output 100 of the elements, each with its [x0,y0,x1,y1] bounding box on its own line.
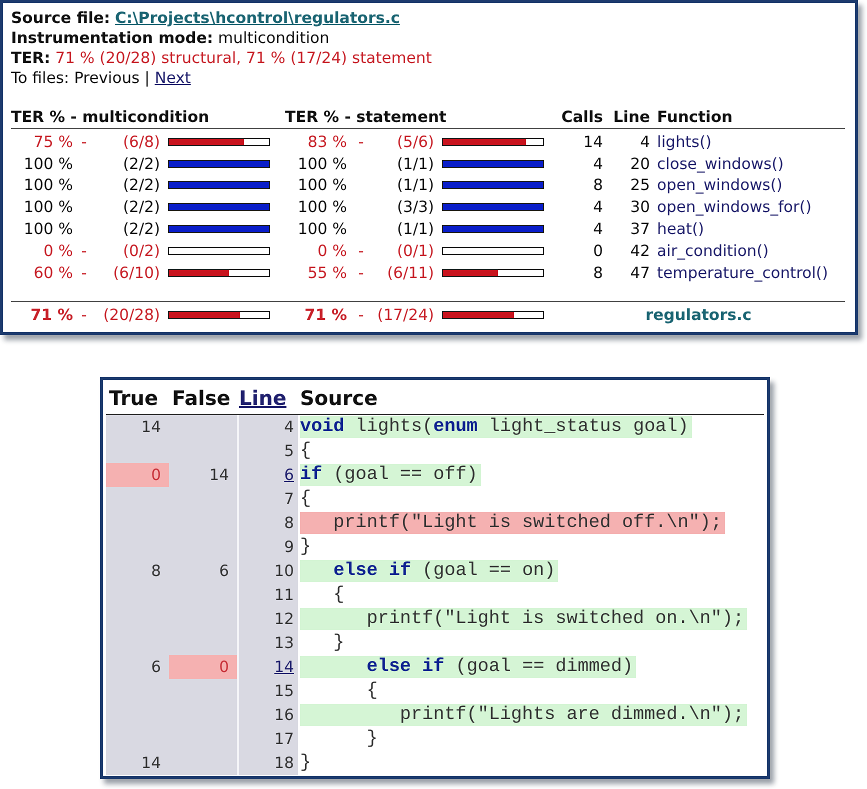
function-name[interactable]: air_condition() [657,242,769,260]
line-number: 42 [630,242,650,260]
line-number-link[interactable]: 6 [284,466,294,484]
calls-count: 4 [593,198,604,216]
ter-label: TER: [11,49,50,67]
ratio-text: (0/2) [122,242,160,260]
true-count-cell: 0 [106,463,169,487]
dash-text: - [358,242,364,260]
percent-text: 75 % [34,132,73,151]
percent-text: 0 % [43,242,73,260]
line-number: 30 [630,198,650,216]
dash-text: - [358,132,364,151]
ratio-text: (6/11) [387,264,434,282]
file-name: regulators.c [645,306,752,324]
ratio-text: (2/2) [122,198,160,216]
line-number: 11 [274,586,294,604]
calls-count: 14 [583,132,604,151]
percent-text: 0 % [318,242,348,260]
calls-count: 8 [593,176,604,194]
ratio-text: (1/1) [396,220,434,238]
calls-count: 4 [593,220,604,238]
function-name[interactable]: close_windows() [657,154,784,173]
column-header: TER % - statement [285,108,446,126]
dash-text: - [81,264,87,282]
percent-text: 71 % [30,306,73,324]
column-header: False [172,386,230,410]
function-name[interactable]: heat() [657,220,704,238]
calls-count: 8 [593,264,604,282]
function-name[interactable]: temperature_control() [657,264,828,282]
code-line: } [332,632,346,654]
column-header: True [109,386,158,410]
line-number: 4 [640,132,650,151]
ratio-text: (1/1) [396,176,434,194]
false-count-cell: 6 [169,559,239,583]
percent-text: 83 % [308,132,348,151]
ratio-text: (6/8) [122,132,160,151]
dash-text: - [358,264,364,282]
column-header: Source [300,386,378,410]
percent-text: 100 % [298,220,348,238]
percent-text: 100 % [298,154,348,173]
true-count-cell: 14 [106,751,169,775]
mode-value: multicondition [218,29,330,47]
mode-label: Instrumentation mode: [11,29,214,47]
line-number: 9 [284,538,294,556]
dash-text: - [81,132,87,151]
column-header: Function [657,108,733,126]
ratio-text: (2/2) [122,154,160,173]
line-number: 18 [274,754,294,772]
line-number: 10 [274,562,294,580]
ratio-text: (20/28) [103,306,160,324]
column-header: Calls [561,108,604,126]
ter-summary: 71 % (20/28) structural, 71 % (17/24) statement [55,49,432,67]
line-number: 47 [630,264,650,282]
percent-text: 100 % [298,176,348,194]
calls-count: 4 [593,154,604,173]
dash-text: - [81,306,87,324]
line-number: 13 [274,634,294,652]
true-count-cell: 6 [106,655,169,679]
nav-label: To files: [11,69,70,87]
line-number: 12 [274,610,294,628]
percent-text: 100 % [24,176,73,194]
ratio-text: (2/2) [122,220,160,238]
column-header: TER % - multicondition [11,108,210,126]
percent-text: 60 % [34,264,73,282]
line-number: 25 [630,176,650,194]
ratio-text: (6/10) [113,264,160,282]
code-line: } [366,728,379,750]
previous-text: Previous [74,69,140,87]
line-number: 15 [274,682,294,700]
code-line: } [300,752,312,774]
function-name[interactable]: lights() [657,132,712,151]
line-number: 4 [284,418,294,436]
next-link[interactable]: Next [154,69,191,87]
dash-text: - [81,242,87,260]
false-count-cell: 14 [169,463,239,487]
percent-text: 55 % [308,264,348,282]
ratio-text: (5/6) [396,132,434,151]
ratio-text: (1/1) [396,154,434,173]
code-line: { [300,488,312,510]
function-name[interactable]: open_windows() [657,176,782,194]
line-column-link[interactable]: Line [239,386,286,410]
source-file-label: Source file: [11,9,110,27]
percent-text: 100 % [24,220,73,238]
line-number: 8 [284,514,294,532]
percent-text: 100 % [298,198,348,216]
percent-text: 71 % [304,306,348,324]
code-line: } [300,536,312,558]
true-count-cell: 14 [106,415,169,439]
line-number: 37 [630,220,650,238]
dash-text: - [358,306,364,324]
source-file-link[interactable]: C:\Projects\hcontrol\regulators.c [115,9,400,27]
calls-count: 0 [593,242,604,260]
true-count-cell: 8 [106,559,169,583]
code-line: { [332,584,346,606]
column-header: Line [613,108,650,126]
function-name[interactable]: open_windows_for() [657,198,812,216]
line-number: 17 [274,730,294,748]
line-number-link[interactable]: 14 [274,658,294,676]
percent-text: 100 % [24,154,73,173]
line-number: 7 [284,490,294,508]
